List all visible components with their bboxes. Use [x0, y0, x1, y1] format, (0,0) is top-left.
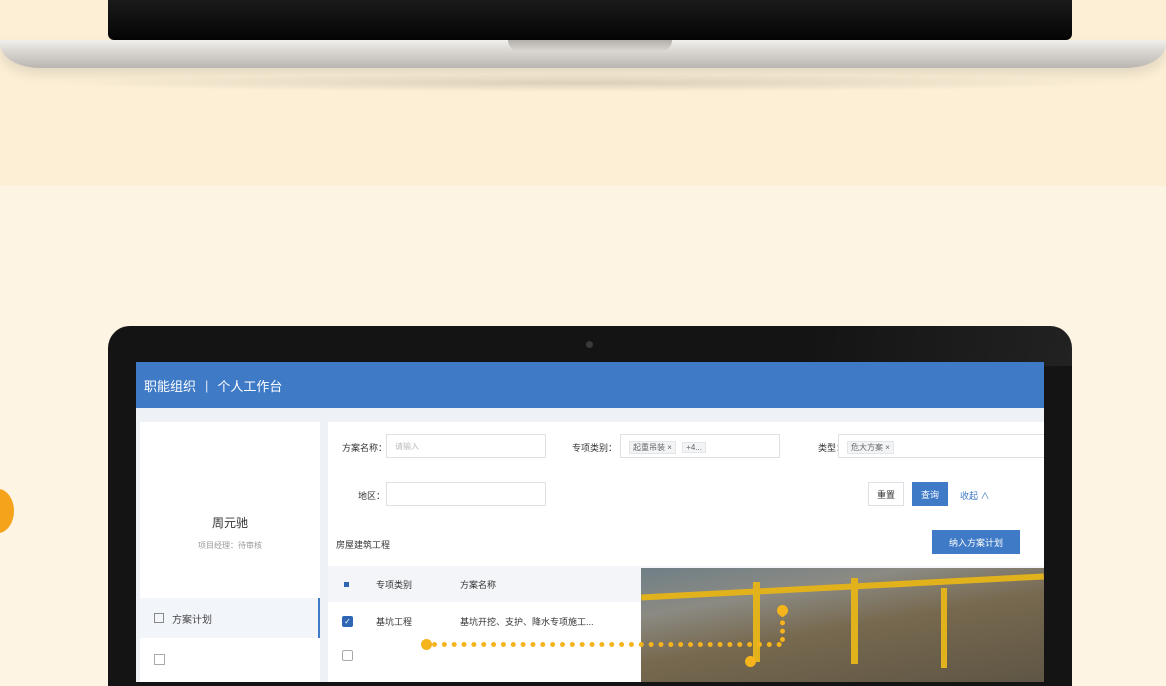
user-role: 项目经理：待审核: [198, 541, 262, 550]
sidebar: 周元驰 项目经理：待审核 方案计划: [140, 422, 320, 682]
laptop-screen-edge: [108, 0, 1072, 40]
app-title[interactable]: 个人工作台: [217, 376, 282, 395]
section-title: 房屋建筑工程: [336, 540, 391, 550]
connector-line: [432, 642, 782, 647]
connector-dot: [777, 605, 788, 616]
laptop-shadow: [40, 74, 1126, 92]
bezel-gloss: [808, 326, 1072, 366]
app-screen: 职能组织 | 个人工作台 周元驰 项目经理：待审核 方案计划 方案名称： 请输入…: [136, 362, 1044, 682]
app-header: 职能组织 | 个人工作台: [136, 362, 1044, 408]
tag[interactable]: 起重吊装 ×: [629, 441, 676, 454]
connector-dot: [745, 656, 756, 667]
row-checkbox[interactable]: [342, 649, 353, 661]
header-separator: |: [205, 377, 209, 393]
laptop-base-illustration: [0, 0, 1166, 110]
region-label: 地区：: [358, 491, 386, 501]
brand-label: 职能组织: [144, 378, 197, 394]
crane-tower: [941, 588, 947, 668]
select-all-checkbox[interactable]: [344, 581, 349, 587]
camera-icon: [586, 341, 593, 348]
tag-more[interactable]: +4...: [682, 442, 706, 453]
decorative-dot: [0, 489, 14, 533]
sidebar-item-label: 方案计划: [172, 614, 212, 626]
region-input[interactable]: [386, 482, 546, 506]
special-type-label: 专项类别：: [572, 443, 618, 453]
user-name: 周元驰: [211, 516, 248, 530]
laptop-bezel: 职能组织 | 个人工作台 周元驰 项目经理：待审核 方案计划 方案名称： 请输入…: [108, 326, 1072, 686]
sidebar-item-icon[interactable]: [154, 654, 165, 665]
tag[interactable]: 危大方案 ×: [847, 441, 894, 454]
construction-site-photo: [641, 568, 1044, 682]
collapse-link[interactable]: 收起 ∧: [960, 489, 990, 502]
crane-tower: [753, 582, 760, 662]
crane-beam: [641, 573, 1044, 601]
document-icon: [154, 613, 164, 623]
special-type-select[interactable]: 起重吊装 × +4...: [620, 434, 780, 458]
connector-dot: [421, 639, 432, 650]
row-checkbox[interactable]: ✓: [342, 615, 353, 627]
row-name: 基坑开挖、支护、降水专项施工...: [460, 616, 594, 627]
connector-line: [780, 612, 785, 642]
column-header-name: 方案名称: [460, 579, 497, 590]
column-header-category: 专项类别: [376, 579, 413, 590]
add-plan-button[interactable]: 纳入方案计划: [932, 530, 1020, 554]
row-category: 基坑工程: [376, 616, 413, 627]
crane-tower: [851, 578, 858, 664]
query-button[interactable]: 查询: [912, 482, 948, 506]
reset-button[interactable]: 重置: [868, 482, 904, 506]
type-select[interactable]: 危大方案 ×: [838, 434, 1044, 458]
scheme-name-label: 方案名称：: [342, 443, 388, 453]
laptop-notch: [508, 40, 672, 52]
scheme-name-input[interactable]: 请输入: [386, 434, 546, 458]
sidebar-item-plan[interactable]: 方案计划: [140, 598, 320, 638]
